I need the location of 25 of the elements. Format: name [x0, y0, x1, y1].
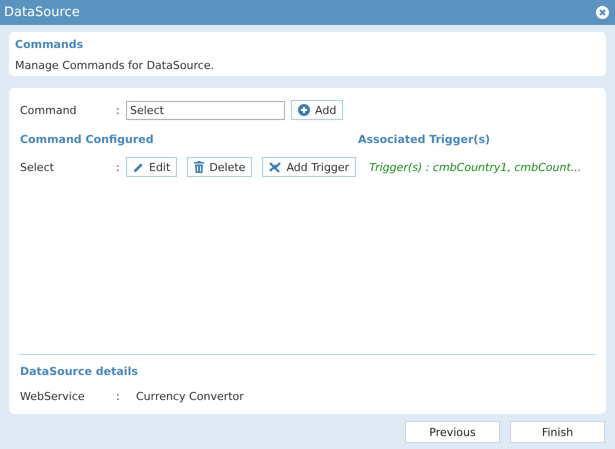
- separator-text: :: [116, 104, 121, 116]
- pencil-icon: [133, 162, 144, 172]
- section-title: Command Configured: [20, 133, 155, 146]
- plus-icon: [298, 104, 310, 116]
- field-label: Command: [20, 104, 78, 116]
- command-name: Select: [20, 160, 55, 174]
- section-title: Commands: [15, 38, 84, 51]
- window-title: DataSource: [4, 5, 80, 20]
- add-button[interactable]: Add: [291, 100, 344, 120]
- wizard-button[interactable]: Previous: [405, 421, 500, 443]
- edit-button[interactable]: Edit: [126, 157, 178, 177]
- wizard-button[interactable]: Finish: [510, 421, 605, 443]
- section-title: DataSource details: [20, 365, 139, 378]
- trash-icon: [194, 161, 204, 173]
- add-trigger-button[interactable]: Add Trigger: [262, 157, 356, 177]
- separator-text: :: [116, 160, 121, 174]
- command-input[interactable]: Select: [126, 100, 285, 120]
- separator-text: :: [116, 390, 121, 403]
- triggers-text: Trigger(s) : cmbCountry1, cmbCount...: [369, 160, 582, 174]
- close-icon[interactable]: [596, 6, 609, 19]
- field-value: Currency Convertor: [136, 390, 244, 403]
- delete-button[interactable]: Delete: [187, 157, 252, 177]
- description-text: Manage Commands for DataSource.: [15, 59, 216, 72]
- section-title: Associated Trigger(s): [358, 133, 490, 146]
- field-label: WebService: [20, 390, 86, 403]
